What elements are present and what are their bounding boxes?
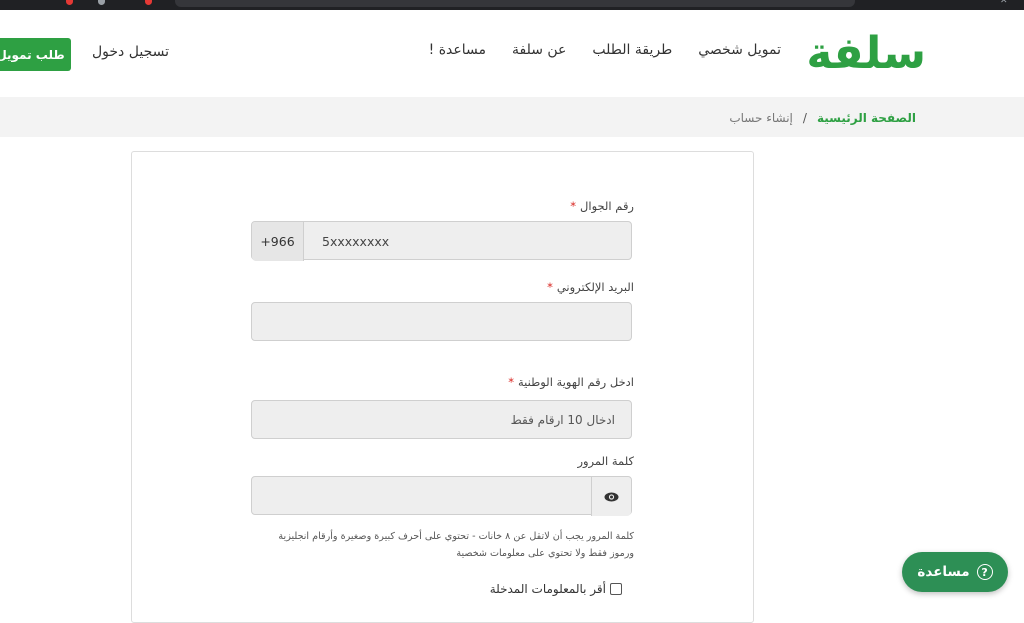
agree-label: أقر بالمعلومات المدخلة <box>489 582 606 596</box>
apply-finance-button[interactable]: طلب تمويل <box>0 38 71 71</box>
brand-logo[interactable]: سلفة <box>806 24 927 84</box>
password-label: كلمة المرور <box>577 454 634 468</box>
national-id-placeholder: ادخال 10 ارقام فقط <box>510 413 615 427</box>
password-hint: كلمة المرور يجب أن لاتقل عن ٨ خانات - تح… <box>278 531 634 559</box>
agree-row: أقر بالمعلومات المدخلة <box>490 582 622 596</box>
eye-icon <box>604 492 619 501</box>
required-mark: * <box>547 280 553 294</box>
breadcrumb-separator: / <box>802 111 807 125</box>
help-button-label: مساعدة <box>917 564 970 580</box>
phone-label: رقم الجوال* <box>570 199 634 213</box>
login-link[interactable]: تسجيل دخول <box>92 44 169 60</box>
extension-icon[interactable] <box>98 0 105 5</box>
extension-icon[interactable] <box>66 0 73 5</box>
show-password-toggle[interactable] <box>591 477 631 516</box>
required-mark: * <box>508 375 514 389</box>
breadcrumb-current: إنشاء حساب <box>729 111 793 125</box>
national-id-field[interactable]: ادخال 10 ارقام فقط <box>251 400 632 439</box>
agree-checkbox[interactable] <box>610 583 622 595</box>
phone-input-value: 5xxxxxxxx <box>322 234 390 249</box>
country-code-prefix: +966 <box>252 222 304 261</box>
help-chat-button[interactable]: ? مساعدة <box>902 552 1008 592</box>
extension-icon[interactable] <box>145 0 152 5</box>
breadcrumb: الصفحة الرئيسية / إنشاء حساب <box>729 111 916 125</box>
national-id-label: ادخل رقم الهوية الوطنية* <box>508 375 634 389</box>
nav-personal-finance[interactable]: تمويل شخصي <box>698 42 781 58</box>
email-field[interactable] <box>251 302 632 341</box>
email-label: البريد الإلكتروني* <box>547 280 634 294</box>
window-control-icon[interactable]: ✕ <box>1000 0 1008 6</box>
password-field[interactable] <box>251 476 632 516</box>
breadcrumb-home[interactable]: الصفحة الرئيسية <box>817 111 916 125</box>
required-mark: * <box>570 199 577 213</box>
signup-form: رقم الجوال* +966 5xxxxxxxx البريد الإلكت… <box>251 0 634 597</box>
phone-field[interactable]: +966 5xxxxxxxx <box>251 221 632 261</box>
question-circle-icon: ? <box>976 564 993 580</box>
